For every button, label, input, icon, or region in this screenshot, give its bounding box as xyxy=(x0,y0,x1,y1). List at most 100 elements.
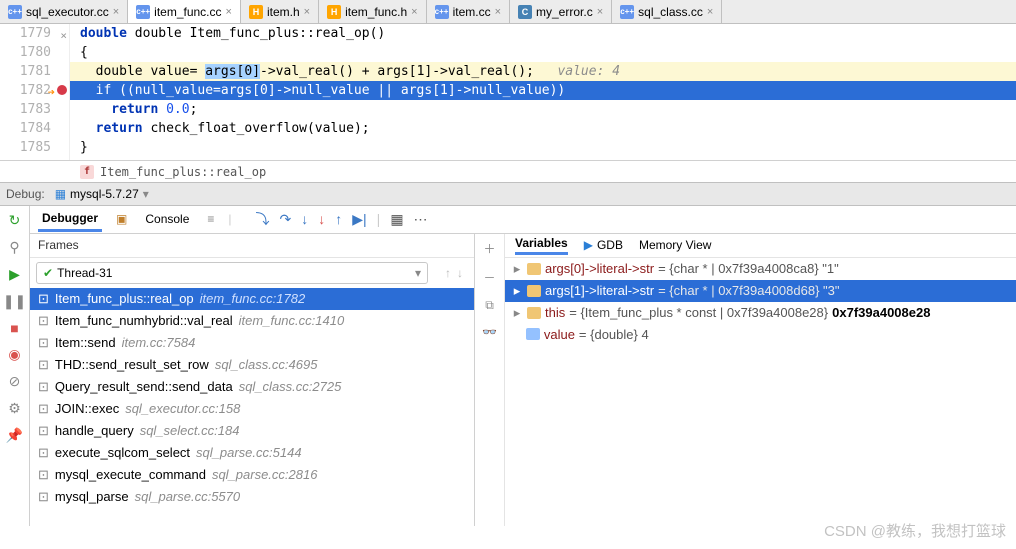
frame-row[interactable]: ⊡mysql_execute_command sql_parse.cc:2816 xyxy=(30,464,474,486)
thread-selector[interactable]: ✔Thread-31 ▾ xyxy=(36,262,428,284)
line-gutter: 1779×178017811782➔1783178417851786 xyxy=(0,24,70,160)
frame-row[interactable]: ⊡handle_query sql_select.cc:184 xyxy=(30,420,474,442)
frame-row[interactable]: ⊡Item_func_numhybrid::val_real item_func… xyxy=(30,310,474,332)
stack-frame-icon: ⊡ xyxy=(38,445,49,461)
close-icon[interactable]: × xyxy=(707,6,713,18)
line-number[interactable]: 1782➔ xyxy=(0,81,51,100)
more-icon[interactable]: ⋯ xyxy=(414,211,428,228)
view-breakpoints-button[interactable]: ◉ xyxy=(8,346,20,363)
filetype-icon: c++ xyxy=(8,5,22,19)
run-to-cursor-icon[interactable]: ▶| xyxy=(352,211,366,228)
glasses-icon[interactable]: 👓 xyxy=(482,325,497,339)
line-number[interactable]: 1781 xyxy=(0,62,51,81)
file-tab-item-cc[interactable]: c++item.cc× xyxy=(427,0,510,23)
frame-row[interactable]: ⊡Query_result_send::send_data sql_class.… xyxy=(30,376,474,398)
frame-row[interactable]: ⊡execute_sqlcom_select sql_parse.cc:5144 xyxy=(30,442,474,464)
stop-button[interactable]: ■ xyxy=(10,320,18,336)
tab-memory-view[interactable]: Memory View xyxy=(639,238,711,252)
close-icon[interactable]: × xyxy=(113,6,119,18)
file-tab-item-h[interactable]: Hitem.h× xyxy=(241,0,319,23)
close-icon[interactable]: × xyxy=(304,6,310,18)
breakpoint-icon[interactable] xyxy=(57,85,67,95)
duplicate-icon[interactable]: ⧉ xyxy=(485,298,494,313)
file-tab-my_error-c[interactable]: Cmy_error.c× xyxy=(510,0,612,23)
pin-button[interactable]: 📌 xyxy=(6,427,23,444)
breadcrumb[interactable]: f Item_func_plus::real_op xyxy=(0,160,1016,182)
evaluate-icon[interactable]: ▦ xyxy=(390,211,403,228)
tab-debugger[interactable]: Debugger xyxy=(38,207,102,232)
line-number[interactable]: 1779× xyxy=(0,24,51,43)
stack-frame-icon: ⊡ xyxy=(38,401,49,417)
frame-row[interactable]: ⊡Item::send item.cc:7584 xyxy=(30,332,474,354)
step-over-icon[interactable]: ↷ xyxy=(280,211,292,228)
frames-list: ⊡Item_func_plus::real_op item_func.cc:17… xyxy=(30,288,474,526)
prev-frame-icon[interactable]: ↑ xyxy=(445,266,451,280)
file-tab-bar: c++sql_executor.cc×c++item_func.cc×Hitem… xyxy=(0,0,1016,24)
settings-button[interactable]: ⚙ xyxy=(8,400,21,417)
filetype-icon: C xyxy=(518,5,532,19)
close-icon[interactable]: × xyxy=(597,6,603,18)
stack-frame-icon: ⊡ xyxy=(38,313,49,329)
stack-frame-icon: ⊡ xyxy=(38,335,49,351)
add-watch-icon[interactable]: ＋ xyxy=(483,240,495,257)
app-icon: ▦ xyxy=(55,187,66,201)
file-tab-item_func-cc[interactable]: c++item_func.cc× xyxy=(128,0,241,23)
variables-panel: ＋ － ⧉ 👓 Variables ▶GDB Memory View ▸ arg… xyxy=(475,234,1016,526)
variable-row[interactable]: ▸ args[1]->literal->str = {char * | 0x7f… xyxy=(505,280,1016,302)
frame-row[interactable]: ⊡mysql_parse sql_parse.cc:5570 xyxy=(30,486,474,508)
step-into-icon[interactable]: ↓ xyxy=(301,211,308,227)
filetype-icon: c++ xyxy=(136,5,150,19)
frame-row[interactable]: ⊡Item_func_plus::real_op item_func.cc:17… xyxy=(30,288,474,310)
tab-variables[interactable]: Variables xyxy=(515,236,568,255)
filetype-icon: c++ xyxy=(435,5,449,19)
next-frame-icon[interactable]: ↓ xyxy=(457,266,463,280)
variable-row[interactable]: ▸ this = {Item_func_plus * const | 0x7f3… xyxy=(505,302,1016,324)
pause-button[interactable]: ❚❚ xyxy=(3,293,26,310)
filetype-icon: H xyxy=(327,5,341,19)
close-icon[interactable]: × xyxy=(226,6,232,18)
run-configuration[interactable]: ▦ mysql-5.7.27 ▾ xyxy=(55,187,149,201)
tab-console[interactable]: Console xyxy=(141,208,193,230)
close-icon[interactable]: × xyxy=(495,6,501,18)
debugger-tool-row: Debugger ▣ Console ≡ | ⤵ ↷ ↓ ↓ ↑ ▶| | ▦ … xyxy=(30,206,1016,234)
line-number[interactable]: 1780 xyxy=(0,43,51,62)
code-editor: 1779×178017811782➔1783178417851786 doubl… xyxy=(0,24,1016,182)
line-number[interactable]: 1785 xyxy=(0,138,51,157)
chevron-down-icon: ▾ xyxy=(415,266,421,280)
code-area[interactable]: double double Item_func_plus::real_op() … xyxy=(70,24,1016,160)
frame-row[interactable]: ⊡JOIN::exec sql_executor.cc:158 xyxy=(30,398,474,420)
line-number[interactable]: 1786 xyxy=(0,157,51,160)
play-button[interactable]: ▶ xyxy=(9,266,20,283)
file-tab-item_func-h[interactable]: Hitem_func.h× xyxy=(319,0,426,23)
check-icon: ✔ xyxy=(43,266,53,280)
resume-button[interactable]: ⚲ xyxy=(9,239,19,256)
line-number[interactable]: 1784 xyxy=(0,119,51,138)
show-execution-icon[interactable]: ⤵ xyxy=(256,209,270,229)
filetype-icon: H xyxy=(249,5,263,19)
force-step-into-icon[interactable]: ↓ xyxy=(318,211,325,227)
file-tab-sql_class-cc[interactable]: c++sql_class.cc× xyxy=(612,0,722,23)
debug-side-toolbar: ↻ ⚲ ▶ ❚❚ ■ ◉ ⊘ ⚙ 📌 xyxy=(0,206,30,526)
variable-row[interactable]: value = {double} 4 xyxy=(505,324,1016,345)
remove-watch-icon[interactable]: － xyxy=(483,269,495,286)
tab-gdb[interactable]: ▶GDB xyxy=(584,238,623,252)
rerun-button[interactable]: ↻ xyxy=(9,212,21,229)
function-icon: f xyxy=(80,165,94,179)
line-number[interactable]: 1783 xyxy=(0,100,51,119)
step-out-icon[interactable]: ↑ xyxy=(335,211,342,227)
variable-row[interactable]: ▸ args[0]->literal->str = {char * | 0x7f… xyxy=(505,258,1016,280)
frame-row[interactable]: ⊡THD::send_result_set_row sql_class.cc:4… xyxy=(30,354,474,376)
object-icon xyxy=(527,263,541,275)
expand-icon[interactable]: ▸ xyxy=(511,261,523,277)
close-icon[interactable]: × xyxy=(411,6,417,18)
file-tab-sql_executor-cc[interactable]: c++sql_executor.cc× xyxy=(0,0,128,23)
variables-tabs: Variables ▶GDB Memory View xyxy=(505,234,1016,258)
mute-breakpoints-button[interactable]: ⊘ xyxy=(9,373,21,390)
fold-icon[interactable]: × xyxy=(60,26,67,45)
expand-icon[interactable]: ▸ xyxy=(511,283,523,299)
frames-panel: Frames ✔Thread-31 ▾ ↑ ↓ ⊡Item_func_plus:… xyxy=(30,234,475,526)
threads-icon[interactable]: ≡ xyxy=(207,212,214,226)
console-icon: ▣ xyxy=(116,212,127,226)
expand-icon[interactable]: ▸ xyxy=(511,305,523,321)
primitive-icon xyxy=(526,328,540,340)
